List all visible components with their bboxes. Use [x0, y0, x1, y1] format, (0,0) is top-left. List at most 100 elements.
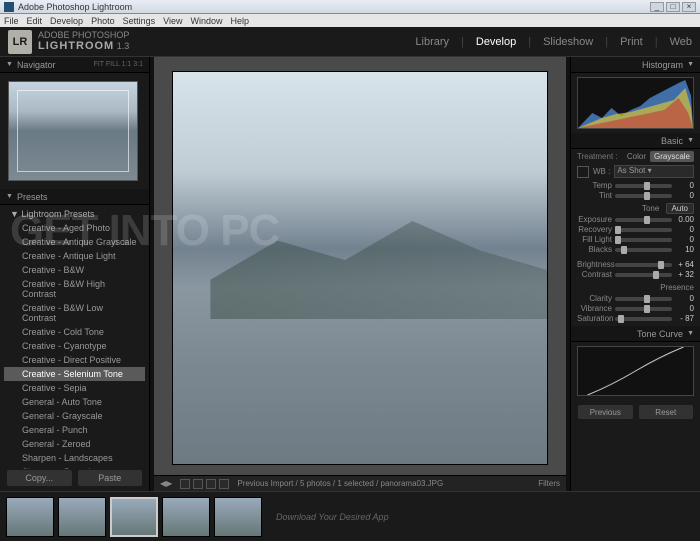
preset-item[interactable]: General - Grayscale	[4, 409, 145, 423]
tone-curve-display[interactable]	[577, 346, 694, 396]
menu-edit[interactable]: Edit	[27, 16, 43, 26]
menu-settings[interactable]: Settings	[123, 16, 156, 26]
slider-label: Fill Light	[577, 235, 615, 244]
preset-item[interactable]: Creative - B&W High Contrast	[4, 277, 145, 301]
filmstrip-thumb[interactable]	[162, 497, 210, 537]
filmstrip-thumb[interactable]	[6, 497, 54, 537]
slider-track[interactable]	[615, 297, 672, 301]
preset-item[interactable]: Creative - Antique Grayscale	[4, 235, 145, 249]
slider-thumb[interactable]	[644, 216, 650, 224]
preset-item[interactable]: Creative - Cyanotype	[4, 339, 145, 353]
filmstrip-thumb-selected[interactable]	[110, 497, 158, 537]
previous-button[interactable]: Previous	[577, 404, 634, 420]
slider-thumb[interactable]	[653, 271, 659, 279]
slider-value: 10	[672, 245, 694, 254]
tone-curve-header[interactable]: Tone Curve ▼	[571, 326, 700, 342]
filmstrip-thumb[interactable]	[58, 497, 106, 537]
slider-track[interactable]	[615, 248, 672, 252]
slider-thumb[interactable]	[618, 315, 624, 323]
filmstrip: Download Your Desired App	[0, 491, 700, 541]
reset-button[interactable]: Reset	[638, 404, 695, 420]
slider-label: Temp	[577, 181, 615, 190]
menu-develop[interactable]: Develop	[50, 16, 83, 26]
wb-row: WB : As Shot ▾	[577, 165, 694, 178]
preset-group-lightroom[interactable]: ▼ Lightroom Presets	[4, 207, 145, 221]
module-print[interactable]: Print	[620, 36, 643, 48]
slider-thumb[interactable]	[644, 305, 650, 313]
menu-file[interactable]: File	[4, 16, 19, 26]
navigator-header[interactable]: ▼ Navigator FIT FILL 1:1 3:1	[0, 57, 149, 73]
copy-button[interactable]: Copy...	[6, 469, 73, 487]
filmstrip-thumb[interactable]	[214, 497, 262, 537]
preset-item[interactable]: Creative - B&W Low Contrast	[4, 301, 145, 325]
slider-label: Tint	[577, 191, 615, 200]
minimize-button[interactable]: _	[650, 2, 664, 12]
preset-item[interactable]: Creative - Aged Photo	[4, 221, 145, 235]
slider-track[interactable]	[615, 273, 672, 277]
auto-tone-button[interactable]: Auto	[666, 203, 694, 214]
main-image-view[interactable]	[172, 71, 548, 465]
triangle-left-icon[interactable]: ◀▶	[160, 479, 172, 488]
preset-item[interactable]: General - Punch	[4, 423, 145, 437]
triangle-down-icon: ▼	[687, 61, 694, 68]
module-slideshow[interactable]: Slideshow	[543, 36, 593, 48]
secondary-toolbar: ◀▶ Previous Import / 5 photos / 1 select…	[154, 475, 566, 491]
filters-label[interactable]: Filters	[538, 479, 560, 488]
preset-item[interactable]: Creative - Sepia	[4, 381, 145, 395]
view-mode-icons	[180, 479, 229, 489]
histogram-display[interactable]	[577, 77, 694, 129]
before-after-icon[interactable]	[219, 479, 229, 489]
preset-item[interactable]: Creative - Cold Tone	[4, 325, 145, 339]
slider-thumb[interactable]	[615, 236, 621, 244]
navigator-thumbnail[interactable]	[8, 81, 138, 181]
maximize-button[interactable]: □	[666, 2, 680, 12]
menu-help[interactable]: Help	[231, 16, 250, 26]
slider-thumb[interactable]	[644, 295, 650, 303]
slider-track[interactable]	[615, 228, 672, 232]
slider-value: 0	[672, 225, 694, 234]
slider-thumb[interactable]	[658, 261, 664, 269]
module-library[interactable]: Library	[415, 36, 449, 48]
preset-item[interactable]: Sharpen - Landscapes	[4, 451, 145, 465]
compare-view-icon[interactable]	[193, 479, 203, 489]
slider-thumb[interactable]	[615, 226, 621, 234]
paste-button[interactable]: Paste	[77, 469, 144, 487]
histogram-header[interactable]: Histogram ▼	[571, 57, 700, 73]
loupe-view-icon[interactable]	[180, 479, 190, 489]
module-develop[interactable]: Develop	[476, 36, 516, 48]
slider-track[interactable]	[615, 307, 672, 311]
treatment-color[interactable]: Color	[623, 151, 650, 162]
menu-view[interactable]: View	[163, 16, 182, 26]
slider-track[interactable]	[615, 218, 672, 222]
preset-item[interactable]: Creative - Selenium Tone	[4, 367, 145, 381]
preset-item[interactable]: General - Auto Tone	[4, 395, 145, 409]
treatment-grayscale[interactable]: Grayscale	[650, 151, 694, 162]
close-button[interactable]: ×	[682, 2, 696, 12]
slider-label: Recovery	[577, 225, 615, 234]
menu-photo[interactable]: Photo	[91, 16, 115, 26]
preset-item[interactable]: Creative - Direct Positive	[4, 353, 145, 367]
slider-track[interactable]	[615, 238, 672, 242]
slider-thumb[interactable]	[621, 246, 627, 254]
module-web[interactable]: Web	[670, 36, 692, 48]
slider-track[interactable]	[615, 194, 672, 198]
preset-item[interactable]: General - Zeroed	[4, 437, 145, 451]
slider-thumb[interactable]	[644, 182, 650, 190]
slider-thumb[interactable]	[644, 192, 650, 200]
presets-header[interactable]: ▼ Presets	[0, 189, 149, 205]
menu-window[interactable]: Window	[190, 16, 222, 26]
preset-item[interactable]: Creative - Antique Light	[4, 249, 145, 263]
navigator-zoom-opts[interactable]: FIT FILL 1:1 3:1	[94, 61, 143, 68]
slider-track[interactable]	[615, 184, 672, 188]
survey-view-icon[interactable]	[206, 479, 216, 489]
brand-text: ADOBE PHOTOSHOP LIGHTROOM 1.3	[38, 31, 129, 53]
preset-item[interactable]: Creative - B&W	[4, 263, 145, 277]
slider-fill-light: Fill Light0	[577, 235, 694, 244]
basic-header[interactable]: Basic ▼	[571, 133, 700, 149]
slider-track[interactable]	[615, 263, 672, 267]
eyedropper-icon[interactable]	[577, 166, 589, 178]
module-picker: Library| Develop| Slideshow| Print| Web	[415, 36, 692, 48]
wb-dropdown[interactable]: As Shot ▾	[614, 165, 694, 178]
slider-label: Blacks	[577, 245, 615, 254]
slider-track[interactable]	[615, 317, 672, 321]
